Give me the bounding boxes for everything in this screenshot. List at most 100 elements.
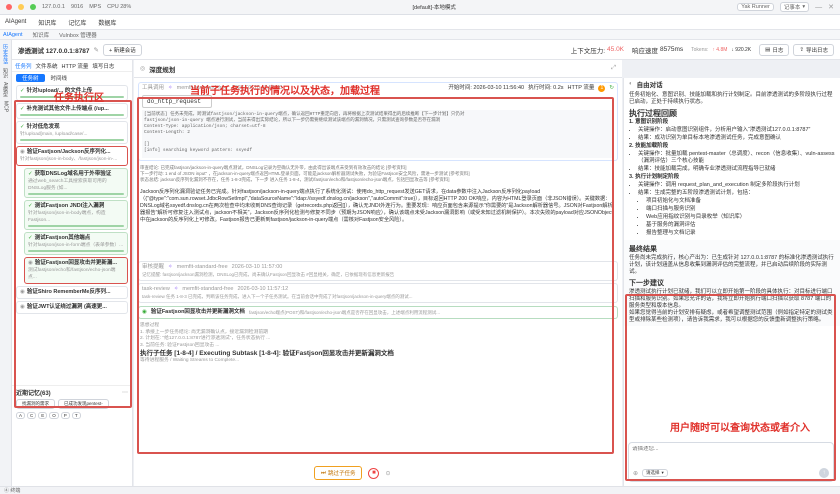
session-toolbar: 渗透测试 127.0.0.1:8787 ✎ + 新建会话 上下文压力: 45.0… <box>12 40 840 60</box>
response-speed-value: 8575ms <box>660 46 684 53</box>
maximize-window-icon[interactable] <box>30 4 36 10</box>
tab-aiagent[interactable]: AIAgent <box>3 32 23 38</box>
center-highlight <box>137 97 614 454</box>
context-pressure-value: 45.0K <box>607 46 625 53</box>
alphabet-letter[interactable]: C <box>27 412 37 419</box>
process-steps: 1. 意图识别阶段关键操作：启动意图识别组件，分析用户输入“渗透测试127.0.… <box>629 119 835 237</box>
session-title: 渗透测试 127.0.0.1:8787 <box>18 47 90 55</box>
alphabet-letter[interactable]: E <box>38 412 48 419</box>
alphabet-letter[interactable]: T <box>71 412 81 419</box>
refresh-icon[interactable]: ↻ <box>609 85 614 92</box>
process-step: 3. 执行计划制定阶段关键操作：调用 request_plan_and_exec… <box>629 174 835 237</box>
tab-vulnbox[interactable]: Vulnbox 管理器 <box>59 31 97 39</box>
tokens-down-value: ↓ 920.2K <box>731 46 752 53</box>
tab-fill-log[interactable]: 填写日志 <box>92 62 114 70</box>
alphabet-letter[interactable]: O <box>49 412 59 419</box>
log-button[interactable]: ▤ 日志 <box>759 43 790 56</box>
mem-label: MPS <box>89 4 102 10</box>
log-icon: ▤ <box>765 46 771 53</box>
title-bar: 127.0.0.1 9016 MPS CPU 28% [default]-本地模… <box>0 0 840 15</box>
notepad-label: 记事本 <box>783 5 801 11</box>
menu-item-database[interactable]: 数据库 <box>98 18 116 27</box>
menu-item-knowledge[interactable]: 知识库 <box>38 18 56 27</box>
edit-icon[interactable]: ✎ <box>94 46 99 54</box>
step-item: 关键操作：批量加载 pentest-master（总调度）、recon（信息收集… <box>638 151 835 165</box>
tokens-up-value: ↑ 4.8M <box>712 46 728 53</box>
window-minimize-icon[interactable]: — <box>815 4 822 11</box>
center-title: 深度规划 <box>149 66 176 74</box>
export-icon: ⇪ <box>799 46 804 53</box>
nav-history[interactable]: 历史会话 <box>2 44 9 64</box>
alphabet-letter[interactable]: A <box>16 412 26 419</box>
skip-icon: ⏭ <box>321 469 326 476</box>
tab-task-list[interactable]: 任务列 <box>15 62 32 70</box>
nav-mcp[interactable]: MCP <box>3 101 9 112</box>
scroll-down-icon[interactable]: ⊙ <box>385 470 390 477</box>
tab-http-traffic[interactable]: HTTP 流量 <box>62 62 89 70</box>
tab-filesystem[interactable]: 文件系统 <box>36 62 58 70</box>
subtab-task-tree[interactable]: 任务树 <box>16 73 45 82</box>
task-area-highlight <box>14 100 132 408</box>
bottom-controls: ⏭ 跳过子任务 ■ ⊙ <box>314 466 391 480</box>
nav-ai-model[interactable]: AI模型 <box>2 82 9 97</box>
step-item: 关键操作：启动意图识别组件，分析用户输入“渗透测试127.0.0.1:8787” <box>638 127 835 134</box>
tool-start-time: 开始时间: 2026-03-10 11:56:40 <box>448 85 525 91</box>
center-annotation: 当前子任务执行的情况以及状态，加载过程 <box>190 86 380 97</box>
right-title: 自由对话 <box>636 82 663 89</box>
status-bar[interactable]: ④ 终端 <box>0 486 840 494</box>
chat-intro: 任务初始化、意图识别、技能加载和执行计划制定。目前渗透测试的多阶段执行过程已启动… <box>629 92 833 105</box>
cpu-label: CPU 28% <box>107 4 132 10</box>
stop-icon[interactable]: ■ <box>368 467 380 479</box>
alphabet-letter[interactable]: P <box>60 412 70 419</box>
final-text: 任务尚未完成执行，核心产出为：已生成针对 127.0.0.1:8787 的标准化… <box>629 255 834 275</box>
close-window-icon[interactable] <box>6 4 12 10</box>
step-item: 项目初始化与文档准备 <box>646 198 835 205</box>
export-log-button-label: 导出日志 <box>805 47 828 54</box>
minimize-window-icon[interactable] <box>18 4 24 10</box>
skip-subtask-label: 跳过子任务 <box>327 471 356 477</box>
tool-http-label[interactable]: HTTP 流量 <box>568 85 595 92</box>
menu-item-aiagent[interactable]: AIAgent <box>5 19 26 25</box>
step-item: Web应用指纹识别与目录枚举（知识库） <box>646 214 835 221</box>
plan-icon: ◎ <box>140 66 146 72</box>
chat-highlight <box>625 294 836 481</box>
host-label: 127.0.0.1 <box>42 4 65 10</box>
nav-knowledge[interactable]: 知识 <box>2 68 9 78</box>
process-title: 执行过程回顾 <box>629 109 677 118</box>
tool-call-label: 工具调用 <box>142 85 165 91</box>
context-pressure-label: 上下文压力: <box>570 47 606 55</box>
step-title: 2. 技能加载阶段 <box>629 143 669 149</box>
window-close-icon[interactable]: ✕ <box>828 3 834 11</box>
step-item: 结果：成功识别为单目标本地渗透测试任务，完成意图确认 <box>638 135 835 142</box>
chat-annotation: 用户随时可以查询状态或者介入 <box>670 423 810 434</box>
process-step: 1. 意图识别阶段关键操作：启动意图识别组件，分析用户输入“渗透测试127.0.… <box>629 119 835 142</box>
notepad-button[interactable]: 记事本 ▾ <box>779 2 810 12</box>
menu-bar: AIAgent 知识库 记忆库 数据库 <box>0 15 840 30</box>
expand-icon[interactable]: ⤢ <box>611 65 616 72</box>
step-title: 3. 执行计划制定阶段 <box>629 174 680 180</box>
step-item: 端口扫描与服务识别 <box>646 206 835 213</box>
log-button-label: 日志 <box>772 47 784 54</box>
step-item: 结果：生成完整的五阶段渗透测试计划，包括： <box>638 190 835 197</box>
alphabet-index: ACEOPT <box>16 412 128 419</box>
yak-runner-button[interactable]: Yak Runner <box>737 3 774 11</box>
yak-runner-label: Yak Runner <box>741 4 770 10</box>
step-item: 报告整理与文档记录 <box>646 230 835 237</box>
tab-bar: AIAgent 知识库 Vulnbox 管理器 <box>0 30 840 40</box>
final-title: 最终结果 <box>629 246 657 253</box>
export-log-button[interactable]: ⇪ 导出日志 <box>793 43 834 56</box>
left-nav-sidebar: 历史会话 知识 AI模型 MCP <box>0 40 12 486</box>
new-session-button[interactable]: + 新建会话 <box>103 43 142 56</box>
tool-model-icon: ✧ <box>168 85 173 91</box>
tool-duration: 执行时间: 0.2s <box>528 85 564 91</box>
process-step: 2. 技能加载阶段关键操作：批量加载 pentest-master（总调度）、r… <box>629 143 835 173</box>
step-title: 1. 意图识别阶段 <box>629 119 669 125</box>
check-icon: ✓ <box>20 88 25 94</box>
subtab-timeline[interactable]: 时间线 <box>51 74 68 82</box>
step-item: 基于服务的漏洞评估 <box>646 222 835 229</box>
chat-icon: ◐ <box>629 81 633 87</box>
skip-subtask-button[interactable]: ⏭ 跳过子任务 <box>314 466 363 480</box>
tab-knowledge[interactable]: 知识库 <box>33 31 50 39</box>
menu-item-memory[interactable]: 记忆库 <box>68 18 86 27</box>
window-title: [default]-本地模式 <box>412 5 456 11</box>
